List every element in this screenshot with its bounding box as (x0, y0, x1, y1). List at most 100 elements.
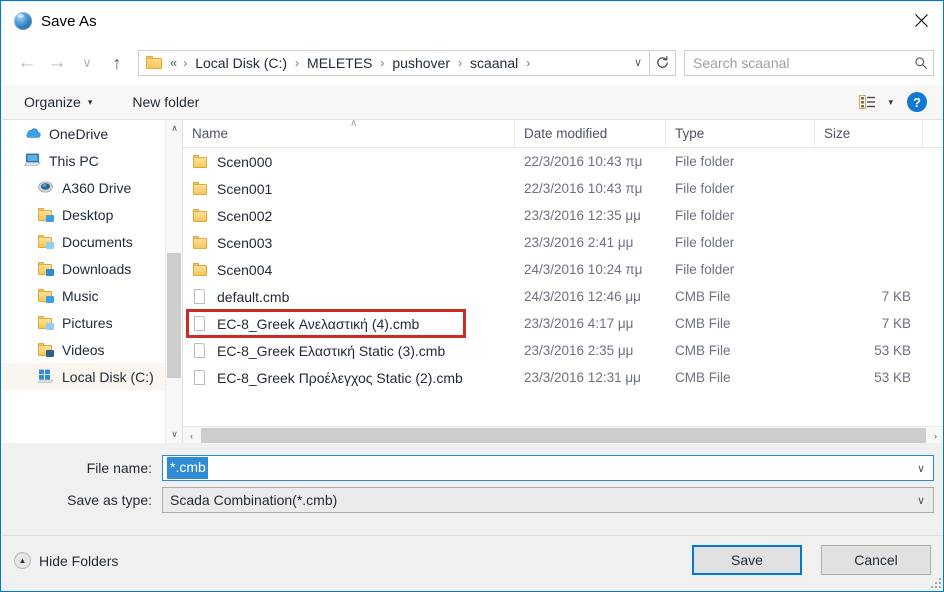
hide-folders-button[interactable]: ▲ Hide Folders (14, 552, 118, 569)
view-list-glyph (858, 94, 875, 109)
file-size-cell: 53 KB (874, 370, 911, 385)
refresh-button[interactable] (650, 49, 676, 76)
sidebar-item-desktop[interactable]: Desktop (2, 201, 182, 228)
breadcrumb-separator[interactable]: › (451, 56, 469, 70)
sidebar-item-videos[interactable]: Videos (2, 336, 182, 363)
column-header-label: Size (824, 126, 851, 141)
column-header-label: Date modified (524, 126, 608, 141)
file-list-hscrollbar[interactable]: ‹ › (183, 426, 943, 443)
sidebar-item-local-disk-c[interactable]: Local Disk (C:) (2, 363, 182, 390)
dialog-footer: ▲ Hide Folders Save Cancel (2, 535, 943, 590)
save-as-type-caret-icon[interactable]: ∨ (909, 494, 933, 507)
document-icon (192, 315, 208, 332)
breadcrumb-item-1[interactable]: MELETES (306, 55, 373, 71)
file-name-cell[interactable]: Scen004 (192, 262, 272, 278)
organize-button[interactable]: Organize ▾ (16, 85, 100, 119)
forward-button[interactable]: → (42, 48, 72, 78)
search-input[interactable] (685, 53, 909, 72)
sidebar-item-pictures[interactable]: Pictures (2, 309, 182, 336)
column-header-name[interactable]: Name (183, 120, 515, 147)
file-type-cell: CMB File (675, 289, 731, 304)
sidebar-item-onedrive[interactable]: OneDrive (2, 120, 182, 147)
sidebar-item-downloads[interactable]: Downloads (2, 255, 182, 282)
save-button[interactable]: Save (692, 545, 802, 575)
column-header-size[interactable]: Size (815, 120, 923, 147)
file-date-cell: 23/3/2016 4:17 μμ (524, 316, 634, 331)
table-row[interactable]: Scen003 23/3/2016 2:41 μμ File folder (183, 229, 943, 256)
resize-grip[interactable] (929, 576, 941, 588)
scrollbar-thumb[interactable] (167, 253, 181, 378)
file-size-cell: 7 KB (881, 316, 911, 331)
sidebar-item-label: Documents (62, 233, 133, 250)
sidebar-item-label: Videos (62, 341, 105, 358)
file-name-cell[interactable]: Scen001 (192, 181, 272, 197)
recent-locations-button[interactable]: ∨ (72, 48, 102, 78)
sidebar-item-label: This PC (49, 152, 99, 169)
file-name-cell[interactable]: Scen000 (192, 154, 272, 170)
scroll-up-icon[interactable]: ∧ (166, 120, 182, 137)
sidebar-item-this-pc[interactable]: This PC (2, 147, 182, 174)
folder-icon (192, 181, 208, 197)
file-type-cell: CMB File (675, 343, 731, 358)
up-button[interactable]: ↑ (102, 48, 132, 78)
file-size-cell: 53 KB (874, 343, 911, 358)
file-name-cell[interactable]: EC-8_Greek Προέλεγχος Static (2).cmb (192, 369, 463, 386)
breadcrumb-separator[interactable]: › (519, 56, 537, 70)
close-glyph (914, 14, 928, 27)
view-caret-down-icon[interactable]: ▾ (888, 97, 893, 108)
save-as-type-combobox[interactable]: Scada Combination(*.cmb) ∨ (162, 487, 934, 513)
folder-icon (192, 235, 208, 251)
back-button[interactable]: ← (12, 48, 42, 78)
sidebar-item-documents[interactable]: Documents (2, 228, 182, 255)
table-row[interactable]: Scen000 22/3/2016 10:43 πμ File folder (183, 148, 943, 175)
scroll-right-icon[interactable]: › (927, 427, 943, 443)
sidebar-item-music[interactable]: Music (2, 282, 182, 309)
table-row[interactable]: EC-8_Greek Προέλεγχος Static (2).cmb 23/3… (183, 364, 943, 391)
close-icon[interactable] (898, 2, 943, 39)
scroll-left-icon[interactable]: ‹ (183, 427, 200, 443)
breadcrumb-item-2[interactable]: pushover (391, 55, 451, 71)
table-row[interactable]: Scen004 24/3/2016 10:24 πμ File folder (183, 256, 943, 283)
help-button[interactable]: ? (907, 92, 927, 112)
breadcrumb-overflow[interactable]: « (170, 55, 179, 70)
file-name-combobox[interactable]: *.cmb ∨ (162, 455, 934, 481)
navigation-pane-scrollbar[interactable]: ∧ ∨ (165, 120, 182, 443)
scroll-down-icon[interactable]: ∨ (166, 426, 182, 443)
table-row[interactable]: EC-8_Greek Ελαστική Static (3).cmb 23/3/2… (183, 337, 943, 364)
sidebar-item-a360-drive[interactable]: A360 Drive (2, 174, 182, 201)
file-name-cell[interactable]: EC-8_Greek Ανελαστική (4).cmb (192, 315, 419, 332)
breadcrumb-separator[interactable]: › (373, 56, 391, 70)
file-name-text: Scen000 (217, 153, 273, 170)
column-header-type[interactable]: Type (666, 120, 815, 147)
breadcrumb-separator[interactable]: › (288, 56, 306, 70)
chevron-down-icon[interactable]: ∨ (627, 51, 649, 75)
address-bar[interactable]: « › Local Disk (C:) › MELETES › pushover… (138, 49, 650, 76)
file-name-caret-icon[interactable]: ∨ (909, 462, 933, 475)
chevron-down-icon: ∨ (82, 55, 92, 70)
hscrollbar-thumb[interactable] (201, 428, 926, 443)
collapse-icon: ▲ (14, 552, 31, 569)
file-type-cell: CMB File (675, 316, 731, 331)
file-date-cell: 22/3/2016 10:43 πμ (524, 154, 643, 169)
view-list-icon[interactable] (856, 93, 878, 111)
table-row[interactable]: EC-8_Greek Ανελαστική (4).cmb 23/3/2016 4… (183, 310, 943, 337)
file-name-cell[interactable]: Scen002 (192, 208, 272, 224)
breadcrumb-item-0[interactable]: Local Disk (C:) (194, 55, 288, 71)
file-date-cell: 22/3/2016 10:43 πμ (524, 181, 643, 196)
file-type-cell: File folder (675, 181, 735, 196)
new-folder-button[interactable]: New folder (124, 85, 207, 119)
file-name-cell[interactable]: Scen003 (192, 235, 272, 251)
table-row[interactable]: Scen002 23/3/2016 12:35 μμ File folder (183, 202, 943, 229)
column-header-date[interactable]: Date modified (515, 120, 666, 147)
file-name-input[interactable]: *.cmb (167, 457, 208, 479)
cancel-button[interactable]: Cancel (821, 545, 931, 575)
refresh-icon (657, 56, 668, 68)
breadcrumb-item-3[interactable]: scaanal (469, 55, 519, 71)
table-row[interactable]: default.cmb 24/3/2016 12:46 μμ CMB File 7 K… (183, 283, 943, 310)
title-bar: Save As (2, 2, 943, 40)
command-bar: Organize ▾ New folder ▾ ? (2, 85, 943, 120)
file-name-cell[interactable]: default.cmb (192, 288, 289, 305)
search-box[interactable] (684, 49, 934, 76)
table-row[interactable]: Scen001 22/3/2016 10:43 πμ File folder (183, 175, 943, 202)
file-name-cell[interactable]: EC-8_Greek Ελαστική Static (3).cmb (192, 342, 445, 359)
